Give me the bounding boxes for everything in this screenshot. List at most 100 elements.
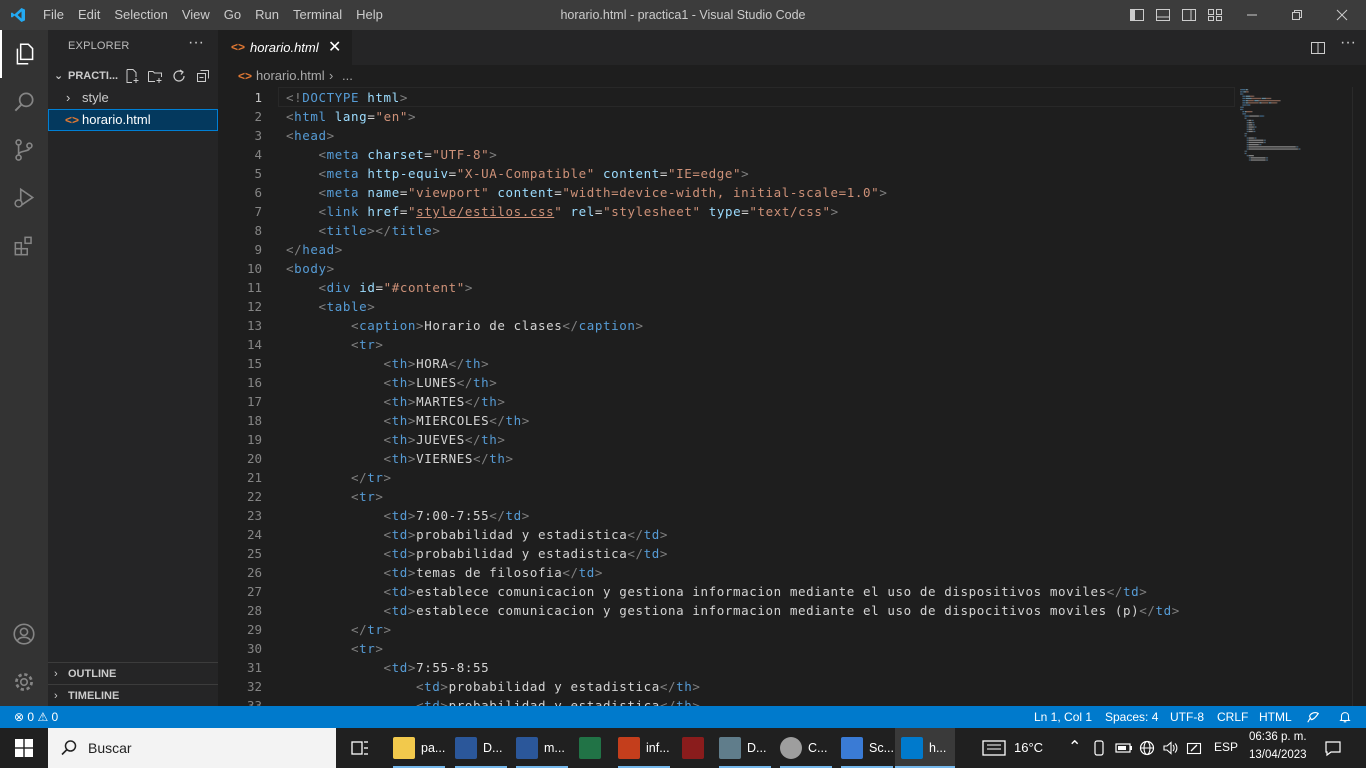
clock-date[interactable]: 13/04/2023: [1249, 749, 1307, 761]
code-line[interactable]: <html lang="en">: [286, 107, 416, 126]
code-line[interactable]: <td>probabilidad y estadistica</th>: [286, 677, 701, 696]
vertical-scrollbar[interactable]: [1352, 87, 1366, 706]
code-line[interactable]: <th>JUEVES</th>: [286, 430, 506, 449]
notifications-icon[interactable]: [1338, 710, 1352, 724]
minimap[interactable]: [1238, 87, 1352, 706]
close-tab-icon[interactable]: ✕: [328, 37, 341, 57]
problems-status[interactable]: ⊗ 0 ⚠ 0: [14, 706, 58, 728]
volume-icon[interactable]: [1162, 740, 1178, 756]
run-debug-activity[interactable]: [0, 174, 48, 222]
more-actions-icon[interactable]: ···: [1340, 34, 1356, 52]
windows-start-icon[interactable]: [15, 739, 33, 757]
code-line[interactable]: <th>HORA</th>: [286, 354, 489, 373]
new-file-icon[interactable]: [124, 68, 140, 84]
minimize-icon[interactable]: [1244, 7, 1260, 23]
code-line[interactable]: <td>probabilidad y estadistica</td>: [286, 525, 668, 544]
meet-now-icon[interactable]: [1092, 740, 1106, 756]
chevron-up-icon[interactable]: ⌃: [1068, 737, 1081, 757]
breadcrumb-more[interactable]: ...: [342, 65, 353, 87]
code-line[interactable]: <link href="style/estilos.css" rel="styl…: [286, 202, 839, 221]
manage-activity[interactable]: [0, 658, 48, 706]
code-editor[interactable]: 1 <!DOCTYPE html> 2 <html lang="en"> 3 <head>…: [218, 87, 1238, 706]
code-line[interactable]: <th>MIERCOLES</th>: [286, 411, 530, 430]
pen-workspace-icon[interactable]: [1186, 740, 1202, 756]
restore-icon[interactable]: [1289, 7, 1305, 23]
code-line[interactable]: <div id="#content">: [286, 278, 473, 297]
code-line[interactable]: </head>: [286, 240, 343, 259]
code-line[interactable]: <body>: [286, 259, 335, 278]
source-control-activity[interactable]: [0, 126, 48, 174]
action-center-icon[interactable]: [1324, 739, 1342, 757]
encoding[interactable]: UTF-8: [1170, 706, 1204, 728]
indentation[interactable]: Spaces: 4: [1105, 706, 1158, 728]
refresh-icon[interactable]: [171, 68, 187, 84]
more-actions-icon[interactable]: ···: [188, 34, 204, 52]
code-line[interactable]: <td>probabilidad y estadistica</th>: [286, 696, 701, 706]
menu-file[interactable]: File: [36, 0, 71, 30]
split-editor-icon[interactable]: [1310, 40, 1326, 56]
menu-view[interactable]: View: [175, 0, 217, 30]
accounts-activity[interactable]: [0, 610, 48, 658]
battery-icon[interactable]: [1115, 741, 1133, 755]
code-line[interactable]: <td>7:55-8:55: [286, 658, 489, 677]
task-view-icon[interactable]: [350, 738, 370, 758]
workspace-folder[interactable]: ⌄ PRACTI...: [48, 65, 218, 87]
code-line[interactable]: <meta name="viewport" content="width=dev…: [286, 183, 887, 202]
code-line[interactable]: <meta charset="UTF-8">: [286, 145, 497, 164]
menu-selection[interactable]: Selection: [107, 0, 174, 30]
language-mode[interactable]: HTML: [1259, 706, 1292, 728]
tree-item-horario-html[interactable]: <> horario.html: [48, 109, 218, 131]
menu-terminal[interactable]: Terminal: [286, 0, 349, 30]
code-line[interactable]: <td>establece comunicacion y gestiona in…: [286, 582, 1147, 601]
menu-run[interactable]: Run: [248, 0, 286, 30]
weather-temperature[interactable]: 16°C: [1014, 740, 1043, 755]
taskbar-app-word-1[interactable]: D...: [455, 728, 502, 768]
code-line[interactable]: <th>VIERNES</th>: [286, 449, 514, 468]
toggle-secondary-sidebar-icon[interactable]: [1181, 7, 1197, 23]
code-line[interactable]: <title></title>: [286, 221, 440, 240]
menu-help[interactable]: Help: [349, 0, 390, 30]
code-line[interactable]: <td>7:00-7:55</td>: [286, 506, 530, 525]
taskbar-app-excel[interactable]: [579, 728, 607, 768]
collapse-all-icon[interactable]: [195, 68, 211, 84]
code-line[interactable]: <td>establece comunicacion y gestiona in…: [286, 601, 1180, 620]
explorer-activity[interactable]: [0, 30, 48, 78]
taskbar-app-vscode[interactable]: h...: [895, 728, 955, 768]
tree-item-style[interactable]: › style: [48, 87, 218, 109]
code-line[interactable]: <th>MARTES</th>: [286, 392, 506, 411]
toggle-primary-sidebar-icon[interactable]: [1129, 7, 1145, 23]
taskbar-search[interactable]: Buscar: [48, 728, 336, 768]
close-window-icon[interactable]: [1334, 7, 1350, 23]
toggle-panel-icon[interactable]: [1155, 7, 1171, 23]
taskbar-app-document[interactable]: D...: [719, 728, 766, 768]
code-line[interactable]: <tr>: [286, 487, 384, 506]
taskbar-app-winrar[interactable]: [682, 728, 710, 768]
code-line[interactable]: <td>probabilidad y estadistica</td>: [286, 544, 668, 563]
menu-go[interactable]: Go: [217, 0, 248, 30]
code-line[interactable]: <tr>: [286, 639, 384, 658]
cursor-position[interactable]: Ln 1, Col 1: [1034, 706, 1092, 728]
input-language[interactable]: ESP: [1214, 740, 1238, 754]
new-folder-icon[interactable]: [147, 68, 163, 84]
code-line[interactable]: <!DOCTYPE html>: [286, 88, 408, 107]
breadcrumb-file[interactable]: horario.html: [256, 65, 325, 87]
extensions-activity[interactable]: [0, 222, 48, 270]
code-line[interactable]: </tr>: [286, 468, 392, 487]
taskbar-app-screenshot[interactable]: Sc...: [841, 728, 894, 768]
code-line[interactable]: <th>LUNES</th>: [286, 373, 497, 392]
menu-edit[interactable]: Edit: [71, 0, 107, 30]
code-line[interactable]: <tr>: [286, 335, 384, 354]
taskbar-app-settings[interactable]: C...: [780, 728, 827, 768]
taskbar-app-powerpoint[interactable]: inf...: [618, 728, 670, 768]
feedback-icon[interactable]: [1306, 710, 1320, 724]
end-of-line[interactable]: CRLF: [1217, 706, 1248, 728]
news-weather-icon[interactable]: [982, 739, 1006, 757]
code-line[interactable]: <td>temas de filosofia</td>: [286, 563, 603, 582]
code-line[interactable]: <table>: [286, 297, 375, 316]
code-line[interactable]: <head>: [286, 126, 335, 145]
code-line[interactable]: </tr>: [286, 620, 392, 639]
taskbar-app-explorer[interactable]: pa...: [393, 728, 445, 768]
code-line[interactable]: <meta http-equiv="X-UA-Compatible" conte…: [286, 164, 749, 183]
tab-horario-html[interactable]: <> horario.html ✕: [218, 30, 352, 65]
customize-layout-icon[interactable]: [1207, 7, 1223, 23]
